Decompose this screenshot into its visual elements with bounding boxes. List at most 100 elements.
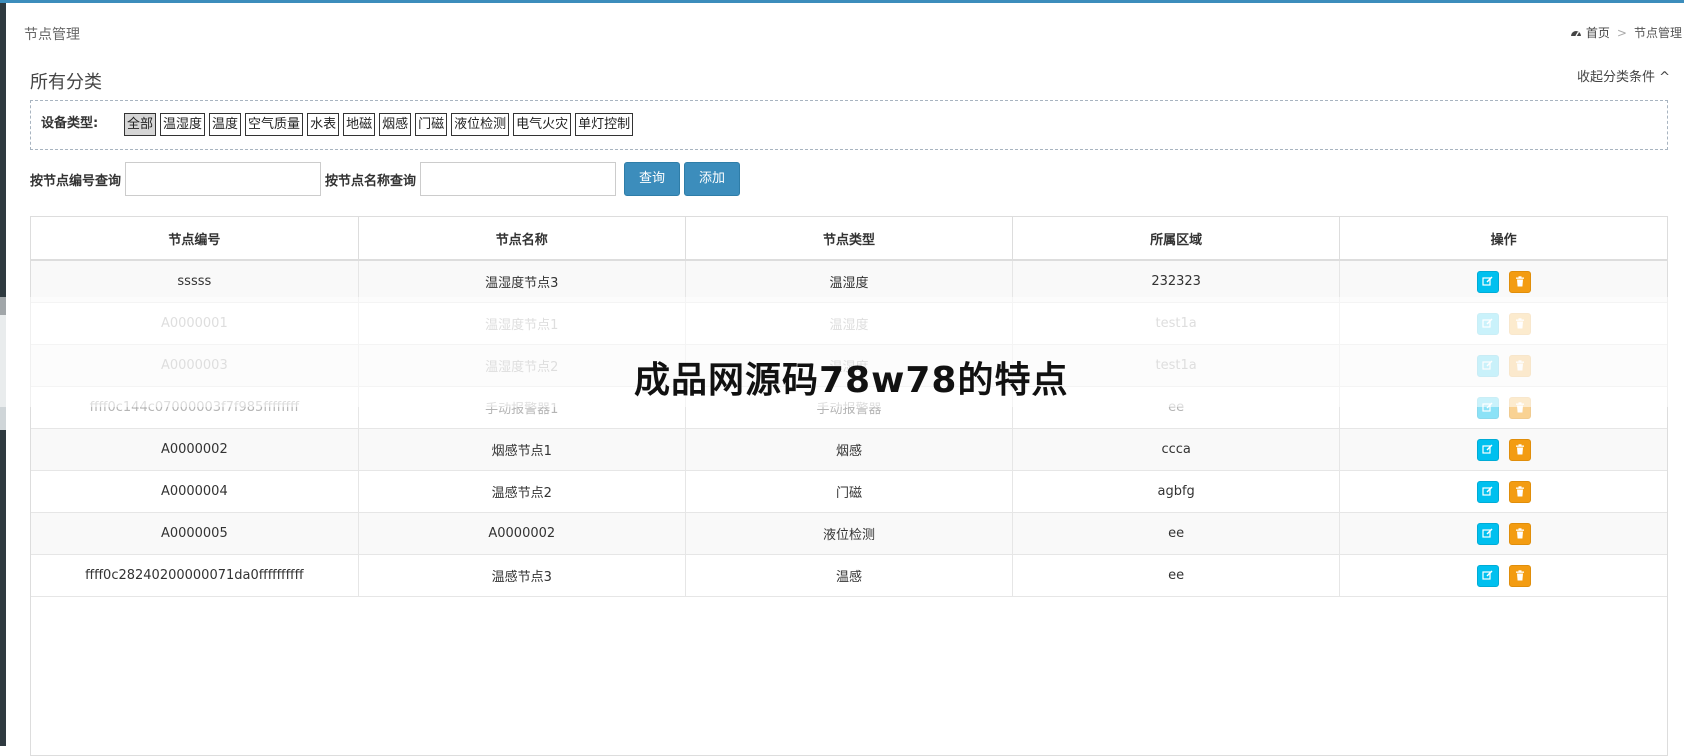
type-tag-electrical-fire[interactable]: 电气火灾 xyxy=(513,113,572,136)
edit-button[interactable] xyxy=(1476,522,1499,545)
edit-button[interactable] xyxy=(1476,270,1499,293)
delete-button[interactable] xyxy=(1508,564,1531,587)
trash-icon xyxy=(1515,360,1525,371)
trash-icon xyxy=(1515,444,1525,455)
breadcrumb-home-link[interactable]: 首页 xyxy=(1586,24,1610,41)
add-button[interactable]: 添加 xyxy=(684,162,741,196)
cell-actions xyxy=(1339,470,1667,513)
table-row: A0000002 烟感节点1 烟感 ccca xyxy=(31,428,1667,471)
trash-icon xyxy=(1515,318,1525,329)
breadcrumb: 首页 > 节点管理 xyxy=(1570,24,1682,41)
cell-actions xyxy=(1339,386,1667,429)
trash-icon xyxy=(1515,276,1525,287)
cell-area: ee xyxy=(1012,554,1341,597)
type-tag-geomagnetic[interactable]: 地磁 xyxy=(343,113,376,136)
cell-actions xyxy=(1339,512,1667,555)
search-name-input[interactable] xyxy=(420,162,617,196)
cell-actions xyxy=(1339,260,1667,303)
breadcrumb-current: 节点管理 xyxy=(1633,26,1682,40)
edit-icon xyxy=(1482,360,1493,371)
type-tag-water-meter[interactable]: 水表 xyxy=(307,113,340,136)
edit-button[interactable] xyxy=(1476,438,1499,461)
type-tag-temp-humidity[interactable]: 温湿度 xyxy=(160,113,206,136)
cell-code: A0000004 xyxy=(31,470,359,513)
type-tag-smoke[interactable]: 烟感 xyxy=(379,113,412,136)
edit-icon xyxy=(1482,528,1493,539)
delete-button[interactable] xyxy=(1508,270,1531,293)
action-group xyxy=(1341,472,1666,511)
cell-name: 温湿度节点1 xyxy=(358,302,686,345)
edit-icon xyxy=(1482,444,1493,455)
action-group xyxy=(1341,556,1666,595)
action-group xyxy=(1341,346,1666,385)
search-code-label: 按节点编号查询 xyxy=(30,173,122,189)
cell-name: A0000002 xyxy=(358,512,686,555)
watermark-text: 成品网源码78w78的特点 xyxy=(634,360,1069,401)
cell-code: sssss xyxy=(31,260,359,303)
cell-type: 温感 xyxy=(685,554,1014,597)
edit-icon xyxy=(1482,570,1493,581)
delete-button[interactable] xyxy=(1508,396,1531,419)
cell-area: test1a xyxy=(1012,302,1341,345)
cell-actions xyxy=(1339,428,1667,471)
cell-name: 温湿度节点3 xyxy=(358,260,686,303)
cell-area: ccca xyxy=(1012,428,1341,471)
cell-code: ffff0c28240200000071da0ffffffffff xyxy=(31,554,359,597)
cell-area: agbfg xyxy=(1012,470,1341,513)
type-tag-temperature[interactable]: 温度 xyxy=(209,113,242,136)
search-code-input[interactable] xyxy=(125,162,322,196)
edit-icon xyxy=(1482,276,1493,287)
table-body: sssss 温湿度节点3 温湿度 232323 A0000001 温湿度节点1 温湿度 tes… xyxy=(31,260,1667,597)
delete-button[interactable] xyxy=(1508,480,1531,503)
node-table-panel: 节点编号 节点名称 节点类型 所属区域 操作 sssss 温湿度节点3 温湿度 232… xyxy=(30,216,1668,756)
filter-panel: 设备类型: 全部 温湿度 温度 空气质量 水表 地磁 烟感 门磁 液位检测 电气… xyxy=(30,100,1668,150)
cell-code: ffff0c144c07000003f7f985ffffffff xyxy=(31,386,359,429)
delete-button[interactable] xyxy=(1508,312,1531,335)
page-title: 节点管理 xyxy=(24,27,80,43)
edit-button[interactable] xyxy=(1476,480,1499,503)
top-accent-bar xyxy=(0,0,1684,3)
cell-code: A0000003 xyxy=(31,344,359,387)
column-header-type[interactable]: 节点类型 xyxy=(685,217,1014,261)
edit-button[interactable] xyxy=(1476,396,1499,419)
table-row: A0000004 温感节点2 门磁 agbfg xyxy=(31,470,1667,513)
edit-icon xyxy=(1482,318,1493,329)
table-row: A0000001 温湿度节点1 温湿度 test1a xyxy=(31,302,1667,345)
search-bar: 按节点编号查询 按节点名称查询 查询 添加 xyxy=(30,162,741,196)
column-header-actions: 操作 xyxy=(1339,217,1667,261)
cell-code: A0000002 xyxy=(31,428,359,471)
edit-icon xyxy=(1482,402,1493,413)
delete-button[interactable] xyxy=(1508,438,1531,461)
query-button[interactable]: 查询 xyxy=(624,162,681,196)
action-group xyxy=(1341,430,1666,469)
trash-icon xyxy=(1515,486,1525,497)
action-group xyxy=(1341,514,1666,553)
table-row: ffff0c28240200000071da0ffffffffff 温感节点3 温感… xyxy=(31,554,1667,597)
cell-area: ee xyxy=(1012,512,1341,555)
section-title: 所有分类 xyxy=(30,72,102,93)
column-header-area[interactable]: 所属区域 xyxy=(1012,217,1341,261)
cell-type: 烟感 xyxy=(685,428,1014,471)
type-tag-single-lamp[interactable]: 单灯控制 xyxy=(575,113,634,136)
table-header-row: 节点编号 节点名称 节点类型 所属区域 操作 xyxy=(31,217,1667,261)
edit-button[interactable] xyxy=(1476,354,1499,377)
search-name-label: 按节点名称查询 xyxy=(325,173,417,189)
trash-icon xyxy=(1515,570,1525,581)
cell-actions xyxy=(1339,554,1667,597)
edit-button[interactable] xyxy=(1476,312,1499,335)
device-type-list: 全部 温湿度 温度 空气质量 水表 地磁 烟感 门磁 液位检测 电气火灾 单灯控… xyxy=(124,113,634,136)
delete-button[interactable] xyxy=(1508,354,1531,377)
type-tag-air-quality[interactable]: 空气质量 xyxy=(245,113,304,136)
type-tag-liquid-level[interactable]: 液位检测 xyxy=(451,113,510,136)
edit-icon xyxy=(1482,486,1493,497)
type-tag-door-sensor[interactable]: 门磁 xyxy=(415,113,448,136)
cell-name: 烟感节点1 xyxy=(358,428,686,471)
edit-button[interactable] xyxy=(1476,564,1499,587)
column-header-name[interactable]: 节点名称 xyxy=(358,217,686,261)
collapse-filter-link[interactable]: 收起分类条件 ^ xyxy=(1577,66,1670,85)
cell-name: 温感节点2 xyxy=(358,470,686,513)
cell-actions xyxy=(1339,302,1667,345)
column-header-code[interactable]: 节点编号 xyxy=(31,217,359,261)
delete-button[interactable] xyxy=(1508,522,1531,545)
type-tag-all[interactable]: 全部 xyxy=(124,113,157,136)
